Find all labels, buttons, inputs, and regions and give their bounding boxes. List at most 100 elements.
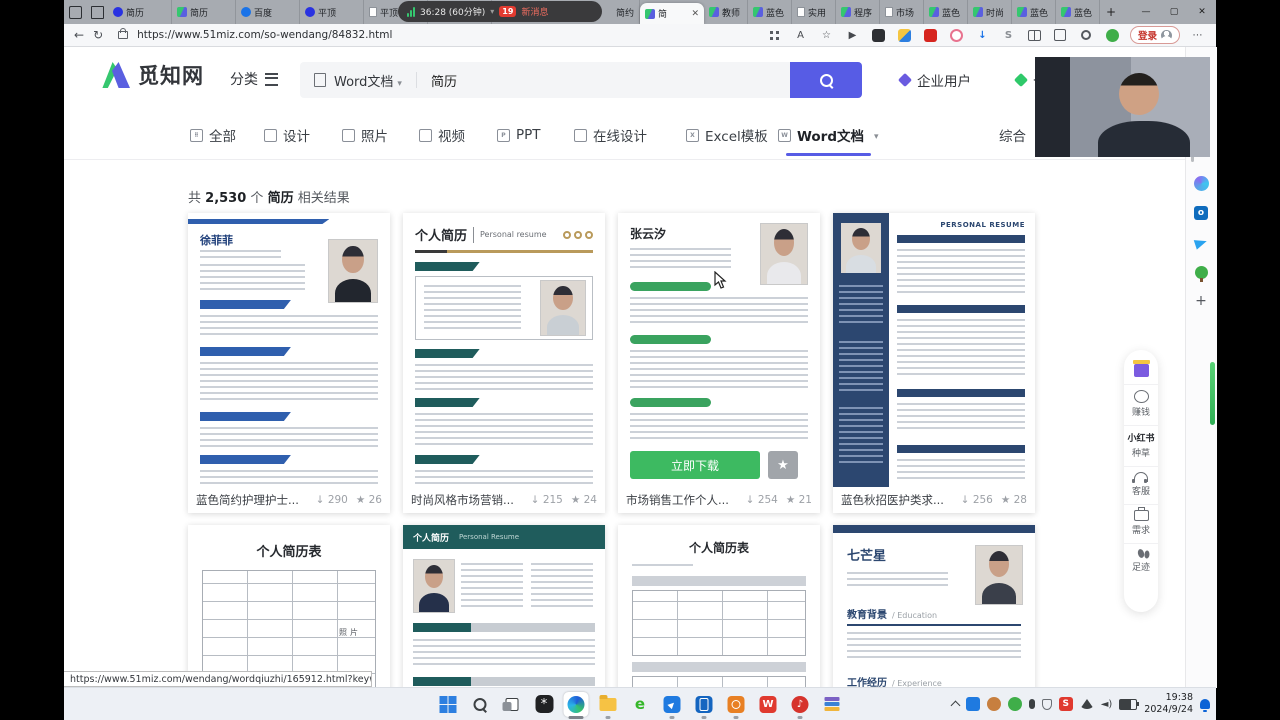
browser-tab[interactable]: 简历	[172, 0, 236, 24]
card-title[interactable]: 蓝色简约护理护士...	[196, 492, 299, 508]
card-title[interactable]: 时尚风格市场营销...	[411, 492, 514, 508]
resume-card[interactable]: 七芒星 教育背景 / Education 工作经历 / Experience	[833, 525, 1035, 688]
paper-plane-icon[interactable]	[1193, 235, 1209, 251]
address-bar[interactable]: https://www.51miz.com/so-wendang/84832.h…	[137, 29, 392, 41]
browser-tab[interactable]: 教师	[704, 0, 748, 24]
tab-search-icon[interactable]	[86, 0, 108, 24]
browser-tab[interactable]: 市场	[880, 0, 924, 24]
recording-timer-overlay[interactable]: 36:28 (60分钟) ▾ 19 新消息	[398, 1, 602, 22]
task-view-icon[interactable]	[500, 692, 525, 717]
browser-tab[interactable]: 程序	[836, 0, 880, 24]
browser-tab[interactable]: 蓝色	[1056, 0, 1100, 24]
browser-tab[interactable]: 百度	[236, 0, 300, 24]
close-tab-icon[interactable]: ✕	[691, 9, 699, 19]
remote-app-icon[interactable]	[660, 692, 685, 717]
download-now-button[interactable]: 立即下载	[630, 451, 760, 479]
screenshot-extension-icon[interactable]	[870, 27, 887, 44]
browser-tab[interactable]: 蓝色	[748, 0, 792, 24]
tray-monkey-app-icon[interactable]	[987, 697, 1001, 711]
tray-360-icon[interactable]	[1008, 697, 1022, 711]
browser-tab[interactable]: 蓝色	[1012, 0, 1056, 24]
nav-tab-photo[interactable]: 照片	[342, 123, 388, 147]
customer-service-button[interactable]: 客服	[1124, 466, 1158, 502]
microphone-icon[interactable]	[1029, 699, 1035, 709]
favorite-star-icon[interactable]: ☆	[818, 27, 835, 44]
more-menu-icon[interactable]: ⋯	[1189, 27, 1206, 44]
security-shield-icon[interactable]	[1042, 699, 1052, 710]
resume-card-hovered[interactable]: 张云汐 立即下载 ★ 市场销售工作个人... 25421	[618, 213, 820, 513]
category-menu[interactable]: 分类	[230, 69, 278, 89]
archive-app-icon[interactable]	[820, 692, 845, 717]
resume-card[interactable]: 徐菲菲 蓝色简约护理护士... 29026	[188, 213, 390, 513]
resume-card[interactable]: PERSONAL RESUME 蓝色秋招医护类求... 25628	[833, 213, 1035, 513]
nav-tab-video[interactable]: 视频	[419, 123, 465, 147]
docs-extension-icon[interactable]	[896, 27, 913, 44]
browser-tab[interactable]: 平顶	[300, 0, 364, 24]
outlook-icon[interactable]	[1193, 205, 1209, 221]
volume-icon[interactable]: ◄)	[1101, 699, 1113, 710]
tray-remote-app-icon[interactable]	[966, 697, 980, 711]
phone-link-icon[interactable]	[692, 692, 717, 717]
nav-tab-all[interactable]: ⠿全部	[190, 123, 236, 147]
browser-tab[interactable]: 实用	[792, 0, 836, 24]
minimize-button[interactable]: —	[1132, 0, 1160, 24]
screen-recorder-icon[interactable]	[724, 692, 749, 717]
new-tab-button[interactable]: +	[1100, 0, 1122, 24]
browser-tab[interactable]: 蓝色	[924, 0, 968, 24]
split-screen-icon[interactable]	[1026, 27, 1043, 44]
add-sidebar-app-icon[interactable]: +	[1193, 293, 1209, 309]
earn-money-button[interactable]: 赚钱	[1124, 384, 1158, 423]
nav-tab-word-active[interactable]: WWord文档	[778, 123, 879, 147]
circle-extension-icon[interactable]	[1078, 27, 1095, 44]
profile-login-button[interactable]: 登录	[1130, 26, 1180, 44]
nav-tab-ppt[interactable]: PPPT	[497, 123, 541, 147]
back-icon[interactable]: ←	[74, 28, 84, 42]
search-input[interactable]: 简历	[431, 71, 457, 90]
ie-browser-icon[interactable]	[628, 692, 653, 717]
close-button[interactable]: ✕	[1188, 0, 1216, 24]
tree-app-icon[interactable]	[1193, 264, 1209, 280]
play-extension-icon[interactable]: ▶	[844, 27, 861, 44]
search-button[interactable]	[790, 62, 862, 98]
resume-card[interactable]: 个人简历表 照片	[188, 525, 390, 688]
resume-card[interactable]: 个人简历 Personal Resume	[403, 525, 605, 688]
xiaohongshu-button[interactable]: 小红书种草	[1124, 425, 1158, 464]
music-app-icon[interactable]	[788, 692, 813, 717]
favorite-star-button[interactable]: ★	[768, 451, 798, 479]
chatgpt-app-icon[interactable]	[532, 692, 557, 717]
refresh-icon[interactable]: ↻	[93, 28, 103, 42]
notification-bell-icon[interactable]	[1200, 699, 1210, 709]
wps-office-icon[interactable]	[756, 692, 781, 717]
read-aloud-icon[interactable]: A	[792, 27, 809, 44]
search-scope-dropdown[interactable]: Word文档	[334, 71, 402, 90]
request-button[interactable]: 需求	[1124, 504, 1158, 541]
webcam-overlay[interactable]	[1035, 57, 1210, 157]
resume-card[interactable]: 个人简历表	[618, 525, 820, 688]
red-extension-icon[interactable]	[922, 27, 939, 44]
lock-icon[interactable]	[118, 31, 128, 39]
card-title[interactable]: 蓝色秋招医护类求...	[841, 492, 944, 508]
nav-tab-design[interactable]: 设计	[264, 123, 310, 147]
gift-button[interactable]	[1124, 359, 1158, 382]
browser-tab[interactable]: 时尚	[968, 0, 1012, 24]
battery-icon[interactable]	[1119, 699, 1137, 710]
collections-icon[interactable]	[1052, 27, 1069, 44]
green-scrollbar-thumb[interactable]	[1210, 362, 1215, 425]
resume-card[interactable]: 个人简历 Personal resume 时尚风格	[403, 213, 605, 513]
browser-tab[interactable]: 简历	[108, 0, 172, 24]
apps-grid-icon[interactable]	[766, 27, 783, 44]
search-bar[interactable]: Word文档 简历	[300, 62, 862, 98]
card-title[interactable]: 市场销售工作个人...	[626, 492, 729, 508]
taskbar-clock[interactable]: 19:382024/9/24	[1144, 692, 1193, 716]
maximize-button[interactable]: ▢	[1160, 0, 1188, 24]
sogou-input-icon[interactable]	[1059, 697, 1073, 711]
nav-tab-online-design[interactable]: 在线设计	[574, 123, 647, 147]
active-browser-tab[interactable]: 简✕	[640, 3, 704, 24]
taskbar-search-icon[interactable]	[468, 692, 493, 717]
site-logo[interactable]: 觅知网	[100, 60, 204, 90]
copilot-icon[interactable]	[1193, 175, 1209, 191]
download-icon[interactable]: ↓	[974, 27, 991, 44]
loop-extension-icon[interactable]: S	[1000, 27, 1017, 44]
bilibili-extension-icon[interactable]	[948, 27, 965, 44]
start-button[interactable]	[436, 692, 461, 717]
